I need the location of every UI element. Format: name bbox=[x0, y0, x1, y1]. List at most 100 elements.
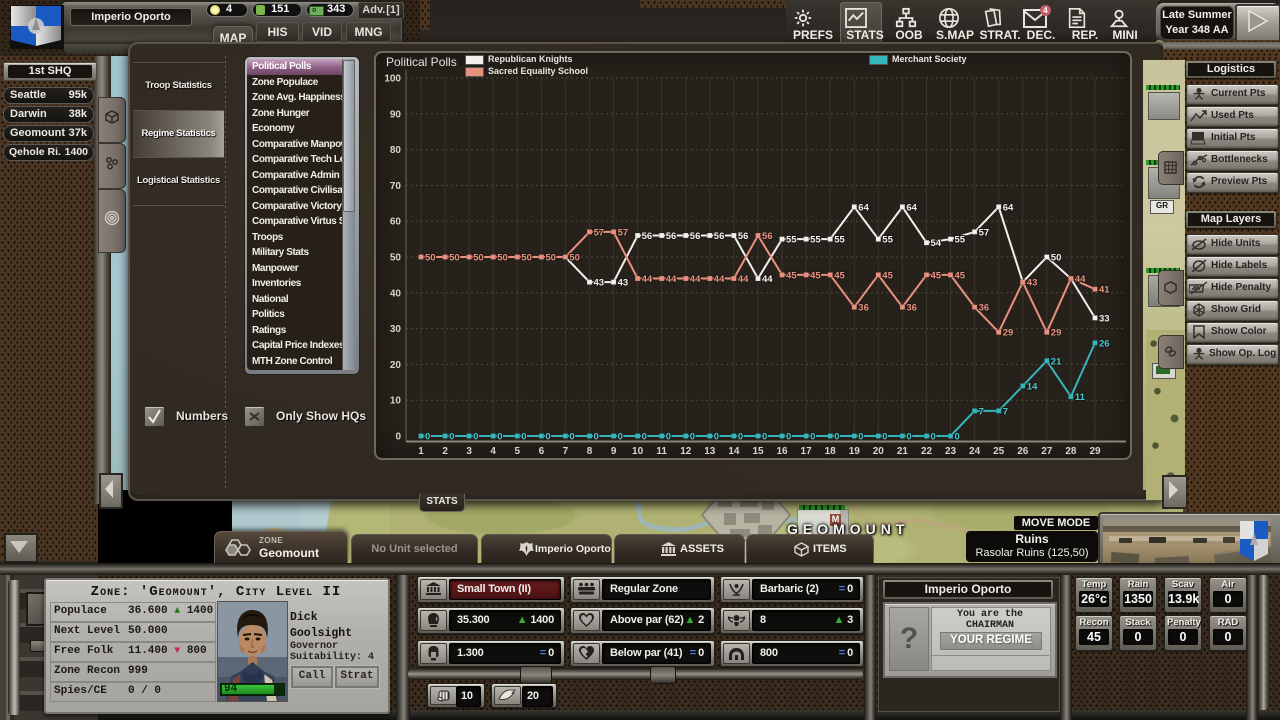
svg-text:55: 55 bbox=[882, 235, 893, 246]
svg-text:44: 44 bbox=[1075, 274, 1086, 285]
svg-text:29: 29 bbox=[1089, 446, 1101, 456]
svg-text:45: 45 bbox=[834, 270, 845, 281]
svg-text:0: 0 bbox=[955, 432, 960, 443]
svg-text:56: 56 bbox=[642, 231, 653, 242]
svg-text:0: 0 bbox=[690, 432, 695, 443]
svg-text:55: 55 bbox=[955, 235, 966, 246]
svg-text:44: 44 bbox=[762, 274, 773, 285]
svg-text:19: 19 bbox=[849, 446, 861, 456]
svg-text:0: 0 bbox=[738, 432, 743, 443]
svg-text:0: 0 bbox=[931, 432, 936, 443]
svg-text:2: 2 bbox=[442, 446, 448, 456]
svg-text:64: 64 bbox=[1003, 202, 1014, 213]
svg-text:7: 7 bbox=[1003, 406, 1008, 417]
svg-text:0: 0 bbox=[666, 432, 671, 443]
svg-text:50: 50 bbox=[473, 253, 484, 264]
svg-text:44: 44 bbox=[642, 274, 653, 285]
svg-text:44: 44 bbox=[690, 274, 701, 285]
svg-text:50: 50 bbox=[1051, 253, 1062, 264]
svg-text:40: 40 bbox=[390, 288, 402, 299]
svg-text:0: 0 bbox=[473, 432, 478, 443]
svg-text:5: 5 bbox=[515, 446, 521, 456]
svg-text:64: 64 bbox=[858, 202, 869, 213]
svg-text:0: 0 bbox=[618, 432, 623, 443]
svg-text:26: 26 bbox=[1099, 338, 1110, 349]
svg-text:0: 0 bbox=[594, 432, 599, 443]
svg-text:50: 50 bbox=[425, 253, 436, 264]
svg-text:90: 90 bbox=[390, 109, 402, 120]
svg-text:4: 4 bbox=[490, 446, 496, 456]
svg-text:36: 36 bbox=[979, 303, 990, 314]
svg-text:100: 100 bbox=[384, 74, 401, 85]
svg-text:57: 57 bbox=[979, 227, 990, 238]
svg-text:55: 55 bbox=[834, 235, 845, 246]
svg-text:27: 27 bbox=[1041, 446, 1053, 456]
svg-text:54: 54 bbox=[931, 238, 942, 249]
svg-text:17: 17 bbox=[801, 446, 813, 456]
svg-text:50: 50 bbox=[497, 253, 508, 264]
svg-text:44: 44 bbox=[738, 274, 749, 285]
svg-text:12: 12 bbox=[680, 446, 692, 456]
svg-text:45: 45 bbox=[786, 270, 797, 281]
svg-text:64: 64 bbox=[906, 202, 917, 213]
svg-text:24: 24 bbox=[969, 446, 981, 456]
svg-text:28: 28 bbox=[1065, 446, 1077, 456]
svg-text:0: 0 bbox=[497, 432, 502, 443]
svg-text:22: 22 bbox=[921, 446, 933, 456]
svg-text:55: 55 bbox=[810, 235, 821, 246]
svg-text:50: 50 bbox=[449, 253, 460, 264]
svg-text:36: 36 bbox=[858, 303, 869, 314]
svg-text:50: 50 bbox=[569, 253, 580, 264]
svg-text:0: 0 bbox=[425, 432, 430, 443]
svg-text:15: 15 bbox=[752, 446, 764, 456]
svg-text:3: 3 bbox=[466, 446, 472, 456]
svg-text:25: 25 bbox=[993, 446, 1005, 456]
svg-text:45: 45 bbox=[882, 270, 893, 281]
svg-text:56: 56 bbox=[690, 231, 701, 242]
svg-text:43: 43 bbox=[618, 278, 629, 289]
svg-text:1: 1 bbox=[418, 446, 424, 456]
svg-text:55: 55 bbox=[786, 235, 797, 246]
svg-text:50: 50 bbox=[521, 253, 532, 264]
svg-text:13: 13 bbox=[704, 446, 716, 456]
svg-text:14: 14 bbox=[1027, 381, 1038, 392]
svg-text:7: 7 bbox=[979, 406, 984, 417]
svg-text:0: 0 bbox=[882, 432, 887, 443]
svg-text:36: 36 bbox=[906, 303, 917, 314]
svg-text:43: 43 bbox=[1027, 278, 1038, 289]
svg-text:7: 7 bbox=[563, 446, 569, 456]
svg-text:0: 0 bbox=[786, 432, 791, 443]
svg-text:21: 21 bbox=[1051, 356, 1062, 367]
svg-text:44: 44 bbox=[666, 274, 677, 285]
svg-text:56: 56 bbox=[762, 231, 773, 242]
svg-text:45: 45 bbox=[955, 270, 966, 281]
svg-text:41: 41 bbox=[1099, 285, 1110, 296]
svg-text:56: 56 bbox=[714, 231, 725, 242]
svg-text:0: 0 bbox=[521, 432, 526, 443]
svg-text:0: 0 bbox=[762, 432, 767, 443]
svg-text:26: 26 bbox=[1017, 446, 1029, 456]
svg-text:14: 14 bbox=[728, 446, 740, 456]
svg-text:56: 56 bbox=[738, 231, 749, 242]
svg-text:45: 45 bbox=[810, 270, 821, 281]
svg-text:33: 33 bbox=[1099, 313, 1110, 324]
svg-text:44: 44 bbox=[714, 274, 725, 285]
svg-text:0: 0 bbox=[714, 432, 719, 443]
svg-text:23: 23 bbox=[945, 446, 957, 456]
svg-text:45: 45 bbox=[931, 270, 942, 281]
svg-text:57: 57 bbox=[594, 227, 605, 238]
svg-text:0: 0 bbox=[906, 432, 911, 443]
svg-text:0: 0 bbox=[569, 432, 574, 443]
svg-text:6: 6 bbox=[539, 446, 545, 456]
svg-text:9: 9 bbox=[611, 446, 617, 456]
svg-text:0: 0 bbox=[834, 432, 839, 443]
svg-text:29: 29 bbox=[1051, 328, 1062, 339]
svg-text:30: 30 bbox=[390, 324, 402, 335]
svg-text:0: 0 bbox=[449, 432, 454, 443]
svg-text:57: 57 bbox=[618, 227, 629, 238]
svg-text:10: 10 bbox=[632, 446, 644, 456]
svg-text:21: 21 bbox=[897, 446, 909, 456]
svg-text:70: 70 bbox=[390, 181, 402, 192]
svg-text:43: 43 bbox=[594, 278, 605, 289]
svg-text:10: 10 bbox=[390, 396, 402, 407]
